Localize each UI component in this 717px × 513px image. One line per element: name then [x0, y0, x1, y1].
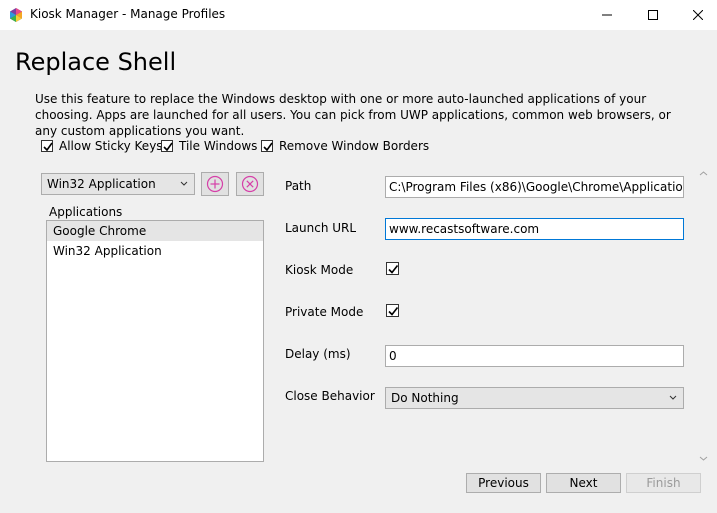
tile-windows-checkbox[interactable]: Tile Windows [161, 139, 257, 153]
close-button[interactable] [675, 0, 717, 30]
scrollbar-arrows [699, 171, 708, 461]
kiosk-mode-label: Kiosk Mode [285, 263, 354, 277]
remove-window-borders-checkbox[interactable]: Remove Window Borders [261, 139, 429, 153]
page-title: Replace Shell [15, 48, 177, 76]
close-icon [693, 10, 703, 20]
path-label: Path [285, 179, 312, 193]
launch-url-value: www.recastsoftware.com [389, 222, 540, 236]
checkbox-label: Tile Windows [179, 139, 258, 153]
applications-group-label: Applications [49, 205, 123, 219]
close-behavior-dropdown[interactable]: Do Nothing [385, 387, 684, 409]
maximize-button[interactable] [630, 0, 676, 30]
minimize-icon [602, 14, 612, 16]
window-title: Kiosk Manager - Manage Profiles [30, 7, 226, 21]
checkbox-box[interactable] [41, 140, 53, 152]
checkmark-icon [163, 142, 173, 152]
app-type-dropdown[interactable]: Win32 Application [41, 173, 195, 195]
finish-button[interactable]: Finish [626, 473, 701, 493]
add-application-button[interactable] [201, 172, 229, 196]
allow-sticky-keys-checkbox[interactable]: Allow Sticky Keys [41, 139, 163, 153]
checkbox-box[interactable] [161, 140, 173, 152]
delay-field[interactable]: 0 [385, 345, 684, 367]
checkmark-icon [263, 142, 273, 152]
close-behavior-label: Close Behavior [285, 389, 375, 403]
chevron-down-icon [180, 181, 188, 186]
app-type-selected: Win32 Application [47, 177, 156, 191]
list-item[interactable]: Google Chrome [47, 221, 263, 241]
chevron-down-icon [669, 395, 677, 400]
checkbox-label: Allow Sticky Keys [59, 139, 163, 153]
remove-application-button[interactable] [236, 172, 264, 196]
checkmark-icon [388, 265, 399, 274]
checkbox-label: Remove Window Borders [279, 139, 430, 153]
path-field[interactable]: C:\Program Files (x86)\Google\Chrome\App… [385, 176, 684, 198]
path-value: C:\Program Files (x86)\Google\Chrome\App… [389, 180, 683, 194]
delay-value: 0 [389, 349, 397, 363]
close-behavior-selected: Do Nothing [391, 391, 459, 405]
title-bar: Kiosk Manager - Manage Profiles [0, 0, 717, 30]
kiosk-mode-checkbox[interactable] [386, 262, 399, 275]
delay-label: Delay (ms) [285, 347, 351, 361]
maximize-icon [648, 10, 658, 20]
private-mode-label: Private Mode [285, 305, 364, 319]
checkmark-icon [43, 142, 53, 152]
applications-list[interactable]: Google Chrome Win32 Application [46, 220, 264, 462]
list-item[interactable]: Win32 Application [47, 241, 263, 261]
launch-url-field[interactable]: www.recastsoftware.com [385, 218, 684, 240]
checkmark-icon [388, 307, 399, 316]
minimize-button[interactable] [584, 0, 630, 30]
launch-url-label: Launch URL [285, 221, 357, 235]
detail-scrollbar[interactable] [697, 168, 710, 465]
remove-icon [241, 175, 259, 193]
previous-button[interactable]: Previous [466, 473, 541, 493]
private-mode-checkbox[interactable] [386, 304, 399, 317]
next-button[interactable]: Next [546, 473, 621, 493]
page-description: Use this feature to replace the Windows … [35, 92, 671, 138]
app-logo-icon [9, 8, 23, 22]
checkbox-box[interactable] [261, 140, 273, 152]
add-icon [206, 175, 224, 193]
